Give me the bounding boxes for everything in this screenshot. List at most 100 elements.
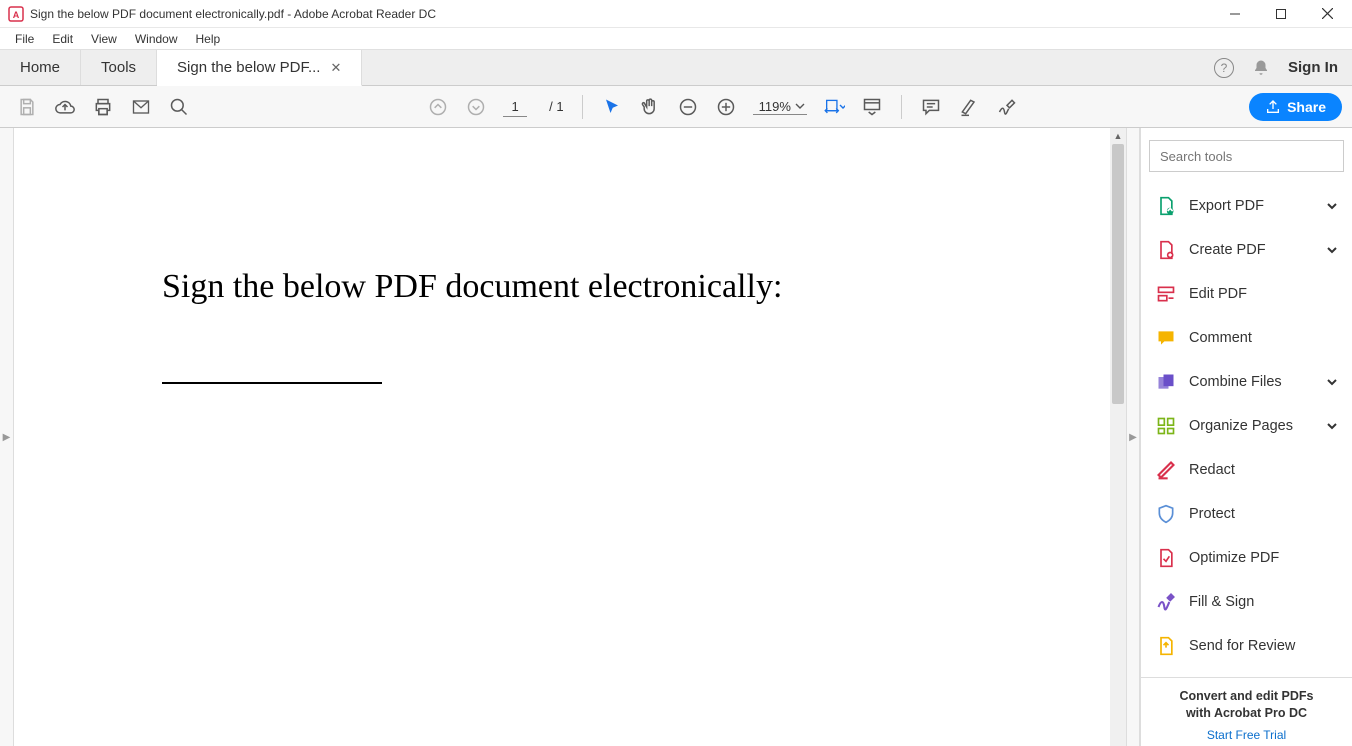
tool-redact[interactable]: Redact [1141, 448, 1352, 492]
tools-panel: Export PDF Create PDF Edit PDF Comment Combi… [1140, 128, 1352, 746]
scroll-up-icon[interactable]: ▲ [1110, 128, 1126, 144]
save-icon[interactable] [16, 96, 38, 118]
notifications-icon[interactable] [1252, 59, 1270, 77]
chevron-down-icon [1326, 200, 1338, 212]
tool-icon [1155, 635, 1177, 657]
scrollbar-thumb[interactable] [1112, 144, 1124, 404]
tool-label: Redact [1189, 462, 1235, 478]
sign-icon[interactable] [996, 96, 1018, 118]
sign-in-link[interactable]: Sign In [1288, 59, 1338, 76]
zoom-value: 119% [755, 99, 795, 114]
chevron-right-icon: ▶ [3, 432, 11, 443]
chevron-down-icon [1326, 420, 1338, 432]
print-icon[interactable] [92, 96, 114, 118]
tool-label: Edit PDF [1189, 286, 1247, 302]
find-icon[interactable] [168, 96, 190, 118]
tool-edit-pdf[interactable]: Edit PDF [1141, 272, 1352, 316]
page-number-input[interactable] [503, 97, 527, 117]
chevron-down-icon [1326, 376, 1338, 388]
tab-label: Home [20, 59, 60, 76]
document-viewport[interactable]: Sign the below PDF document electronical… [14, 128, 1126, 746]
tool-icon [1155, 283, 1177, 305]
share-label: Share [1287, 99, 1326, 115]
share-icon [1265, 99, 1281, 115]
promo-box: Convert and edit PDFs with Acrobat Pro D… [1141, 677, 1352, 746]
promo-text: Convert and edit PDFs with Acrobat Pro D… [1149, 688, 1344, 722]
zoom-out-icon[interactable] [677, 96, 699, 118]
menu-bar: File Edit View Window Help [0, 28, 1352, 50]
cloud-upload-icon[interactable] [54, 96, 76, 118]
tool-label: Create PDF [1189, 242, 1266, 258]
tool-icon [1155, 371, 1177, 393]
tool-label: Optimize PDF [1189, 550, 1279, 566]
tool-label: Send for Review [1189, 638, 1295, 654]
tool-label: Combine Files [1189, 374, 1282, 390]
help-icon[interactable]: ? [1214, 58, 1234, 78]
tool-combine-files[interactable]: Combine Files [1141, 360, 1352, 404]
close-button[interactable] [1304, 0, 1350, 28]
tab-label: Sign the below PDF... [177, 59, 320, 76]
page-down-icon[interactable] [465, 96, 487, 118]
tab-home[interactable]: Home [0, 50, 81, 85]
main-area: ▶ Sign the below PDF document electronic… [0, 128, 1352, 746]
tab-close-icon[interactable]: ✕ [330, 60, 341, 76]
menu-help[interactable]: Help [187, 29, 230, 49]
tool-icon [1155, 195, 1177, 217]
tool-label: Export PDF [1189, 198, 1264, 214]
menu-file[interactable]: File [6, 29, 43, 49]
document-heading: Sign the below PDF document electronical… [162, 268, 1126, 306]
fit-width-icon[interactable] [823, 96, 845, 118]
chevron-down-icon [795, 101, 805, 111]
menu-window[interactable]: Window [126, 29, 187, 49]
chevron-down-icon [1326, 244, 1338, 256]
zoom-dropdown[interactable]: 119% [753, 99, 807, 115]
comment-icon[interactable] [920, 96, 942, 118]
window-title: Sign the below PDF document electronical… [30, 7, 1212, 21]
tool-icon [1155, 327, 1177, 349]
vertical-scrollbar[interactable]: ▲ [1110, 128, 1126, 746]
tab-label: Tools [101, 59, 136, 76]
toolbar: / 1 119% Share [0, 86, 1352, 128]
minimize-button[interactable] [1212, 0, 1258, 28]
page-total-label: / 1 [549, 99, 563, 114]
signature-line [162, 382, 382, 384]
tab-tools[interactable]: Tools [81, 50, 157, 85]
tool-fill-sign[interactable]: Fill & Sign [1141, 580, 1352, 624]
tool-export-pdf[interactable]: Export PDF [1141, 184, 1352, 228]
tool-icon [1155, 503, 1177, 525]
document-page: Sign the below PDF document electronical… [14, 128, 1126, 384]
right-panel-toggle[interactable]: ▶ [1126, 128, 1140, 746]
tool-icon [1155, 415, 1177, 437]
tool-icon [1155, 547, 1177, 569]
tool-icon [1155, 459, 1177, 481]
tool-optimize-pdf[interactable]: Optimize PDF [1141, 536, 1352, 580]
tool-label: Protect [1189, 506, 1235, 522]
share-button[interactable]: Share [1249, 93, 1342, 121]
highlight-icon[interactable] [958, 96, 980, 118]
selection-tool-icon[interactable] [601, 96, 623, 118]
tool-label: Fill & Sign [1189, 594, 1254, 610]
window-controls [1212, 0, 1350, 28]
tool-organize-pages[interactable]: Organize Pages [1141, 404, 1352, 448]
tab-document[interactable]: Sign the below PDF... ✕ [157, 50, 362, 86]
tool-label: Comment [1189, 330, 1252, 346]
read-mode-icon[interactable] [861, 96, 883, 118]
tool-create-pdf[interactable]: Create PDF [1141, 228, 1352, 272]
tool-label: Organize Pages [1189, 418, 1293, 434]
page-up-icon[interactable] [427, 96, 449, 118]
menu-edit[interactable]: Edit [43, 29, 82, 49]
menu-view[interactable]: View [82, 29, 126, 49]
hand-tool-icon[interactable] [639, 96, 661, 118]
tool-protect[interactable]: Protect [1141, 492, 1352, 536]
tool-send-for-review[interactable]: Send for Review [1141, 624, 1352, 668]
left-panel-toggle[interactable]: ▶ [0, 128, 14, 746]
tools-list: Export PDF Create PDF Edit PDF Comment Combi… [1141, 184, 1352, 677]
tool-comment[interactable]: Comment [1141, 316, 1352, 360]
tool-icon [1155, 239, 1177, 261]
start-trial-link[interactable]: Start Free Trial [1149, 728, 1344, 742]
tool-icon [1155, 591, 1177, 613]
zoom-in-icon[interactable] [715, 96, 737, 118]
email-icon[interactable] [130, 96, 152, 118]
search-tools-input[interactable] [1149, 140, 1344, 172]
maximize-button[interactable] [1258, 0, 1304, 28]
